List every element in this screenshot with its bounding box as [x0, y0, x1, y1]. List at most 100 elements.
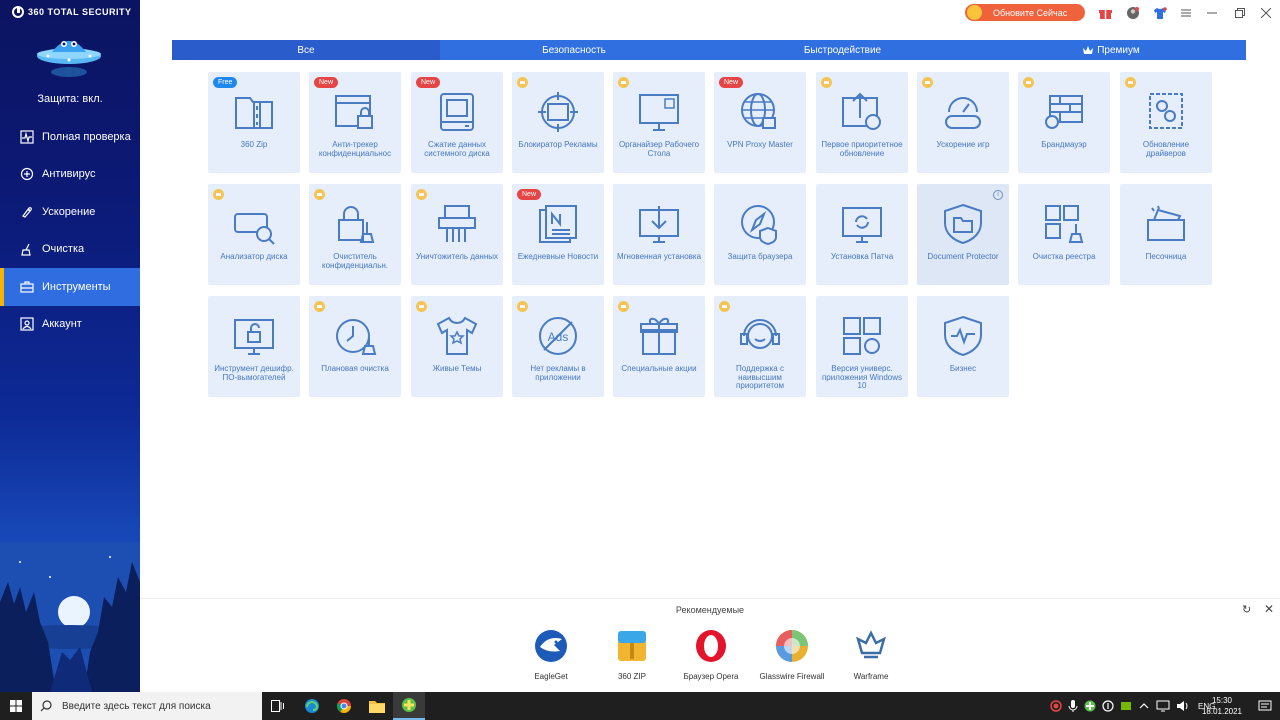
- zip-icon: [235, 97, 273, 129]
- tool-ransomware-decryptor[interactable]: Инструмент дешифр. ПО-вымогателей: [208, 296, 300, 397]
- tool-privacy-cleaner[interactable]: Очиститель конфиденциальн.: [309, 184, 401, 285]
- tool-special-offers[interactable]: Специальные акции: [613, 296, 705, 397]
- tool-no-ads[interactable]: Ads Нет рекламы в приложении: [512, 296, 604, 397]
- sidebar-item-label: Аккаунт: [42, 318, 82, 331]
- tool-uwp-version[interactable]: Версия универс. приложения Windows 10: [816, 296, 908, 397]
- tool-label: Уничтожитель данных: [415, 252, 499, 261]
- tool-registry-cleaner[interactable]: Очистка реестра: [1018, 184, 1110, 285]
- tool-daily-news[interactable]: New Ежедневные Новости: [512, 184, 604, 285]
- security-tray-icon[interactable]: [1102, 700, 1114, 712]
- crown-icon: [1083, 46, 1094, 54]
- tool-360-zip[interactable]: Free 360 Zip: [208, 72, 300, 173]
- 360-security-taskbar-icon[interactable]: [393, 692, 425, 720]
- chrome-icon[interactable]: [328, 692, 360, 720]
- tool-game-boost[interactable]: Ускорение игр: [917, 72, 1009, 173]
- nvidia-tray-icon[interactable]: [1120, 700, 1132, 712]
- task-view-icon[interactable]: [262, 692, 294, 720]
- sidebar-item-account[interactable]: Аккаунт: [0, 306, 140, 344]
- sidebar-item-antivirus[interactable]: Антивирус: [0, 156, 140, 194]
- taskbar-clock[interactable]: 15:30 18.01.2021: [1196, 695, 1248, 717]
- tool-document-protector[interactable]: i Document Protector: [917, 184, 1009, 285]
- microphone-icon[interactable]: [1068, 700, 1078, 712]
- tool-label: Document Protector: [927, 252, 999, 261]
- sidebar-item-cleanup[interactable]: Очистка: [0, 231, 140, 269]
- close-icon[interactable]: ✕: [1264, 602, 1274, 616]
- tool-data-shredder[interactable]: Уничтожитель данных: [411, 184, 503, 285]
- tab-performance[interactable]: Быстродействие: [708, 40, 977, 60]
- tool-vpn-proxy[interactable]: New VPN Proxy Master: [714, 72, 806, 173]
- tool-label: Анализатор диска: [220, 252, 288, 261]
- record-icon[interactable]: [1050, 700, 1062, 712]
- windows-app-icon: [843, 317, 881, 355]
- sidebar-item-label: Инструменты: [42, 280, 111, 293]
- tab-security[interactable]: Безопасность: [440, 40, 708, 60]
- headset-icon: [740, 319, 780, 349]
- night-forest-illustration: [0, 542, 140, 692]
- gamepad-gauge-icon: [945, 97, 981, 129]
- upgrade-label: Обновите Сейчас: [993, 7, 1068, 18]
- tool-scheduled-cleanup[interactable]: Плановая очистка: [309, 296, 401, 397]
- close-icon[interactable]: [1258, 5, 1274, 21]
- info-icon[interactable]: i: [993, 190, 1003, 200]
- rec-app-label: Warframe: [853, 672, 889, 681]
- gift-icon[interactable]: [1097, 5, 1113, 21]
- tool-priority-update[interactable]: Первое приоритетное обновление: [816, 72, 908, 173]
- tool-ad-blocker[interactable]: Блокиратор Рекламы: [512, 72, 604, 173]
- start-button[interactable]: [0, 692, 32, 720]
- clock-date: 18.01.2021: [1201, 707, 1243, 716]
- crown-badge: [517, 301, 528, 312]
- tool-label: Ежедневные Новости: [517, 252, 599, 261]
- tool-label: Брандмауэр: [1041, 140, 1087, 149]
- tab-premium[interactable]: Премиум: [977, 40, 1246, 60]
- tool-label: Установка Патча: [830, 252, 894, 261]
- tool-label: VPN Proxy Master: [727, 140, 793, 149]
- eagleget-icon: [535, 630, 567, 662]
- rec-app-warframe[interactable]: Warframe: [831, 629, 911, 681]
- rec-app-360zip[interactable]: 360 ZIP: [592, 629, 672, 681]
- rec-app-opera[interactable]: Браузер Opera: [671, 629, 751, 681]
- tool-disk-analyzer[interactable]: Анализатор диска: [208, 184, 300, 285]
- crown-badge: [1125, 77, 1136, 88]
- tool-business[interactable]: Бизнес: [917, 296, 1009, 397]
- tool-firewall[interactable]: Брандмауэр: [1018, 72, 1110, 173]
- zip360-icon: [618, 631, 646, 661]
- sidebar-item-tools[interactable]: Инструменты: [0, 268, 140, 306]
- tool-browser-protection[interactable]: Защита браузера: [714, 184, 806, 285]
- 360-tray-icon[interactable]: [1084, 700, 1096, 712]
- upgrade-button[interactable]: Обновите Сейчас: [965, 4, 1085, 21]
- network-icon[interactable]: [1156, 700, 1170, 712]
- new-badge: New: [719, 77, 744, 88]
- tool-label: Очиститель конфиденциальн.: [321, 252, 389, 270]
- volume-icon[interactable]: [1176, 700, 1190, 712]
- sidebar-item-full-scan[interactable]: Полная проверка: [0, 118, 140, 156]
- tool-priority-support[interactable]: Поддержка с наивысшим приоритетом: [714, 296, 806, 397]
- chevron-up-icon[interactable]: [1138, 701, 1150, 711]
- tool-sandbox[interactable]: Песочница: [1120, 184, 1212, 285]
- file-explorer-icon[interactable]: [361, 692, 393, 720]
- tool-driver-update[interactable]: Обновление драйверов: [1120, 72, 1212, 173]
- tool-label: Сжатие данных системного диска: [424, 140, 490, 158]
- taskbar-search-input[interactable]: Введите здесь текст для поиска: [32, 692, 262, 720]
- restore-icon[interactable]: [1232, 5, 1248, 21]
- tool-disk-compress[interactable]: New Сжатие данных системного диска: [411, 72, 503, 173]
- menu-icon[interactable]: [1178, 5, 1194, 21]
- avatar[interactable]: [1125, 5, 1141, 21]
- tool-patch-install[interactable]: Установка Патча: [816, 184, 908, 285]
- tool-desktop-organizer[interactable]: Органайзер Рабочего Стола: [613, 72, 705, 173]
- shield-plus-icon: [20, 168, 34, 181]
- notification-icon[interactable]: [1258, 699, 1272, 713]
- edge-icon[interactable]: [296, 692, 328, 720]
- tool-label: Защита браузера: [727, 252, 793, 261]
- tab-all[interactable]: Все: [172, 40, 440, 60]
- tool-label: 360 Zip: [240, 140, 268, 149]
- rec-app-eagleget[interactable]: EagleGet: [511, 629, 591, 681]
- rec-app-glasswire[interactable]: Glasswire Firewall: [752, 629, 832, 681]
- minimize-icon[interactable]: [1204, 5, 1220, 21]
- tshirt-theme-icon[interactable]: [1152, 5, 1168, 21]
- refresh-icon[interactable]: ↻: [1242, 603, 1251, 616]
- sidebar-item-speedup[interactable]: Ускорение: [0, 193, 140, 231]
- tool-live-themes[interactable]: Живые Темы: [411, 296, 503, 397]
- tool-anti-tracker[interactable]: New Анти-трекер конфиденциальнос: [309, 72, 401, 173]
- crown-badge: [416, 189, 427, 200]
- tool-instant-install[interactable]: Мгновенная установка: [613, 184, 705, 285]
